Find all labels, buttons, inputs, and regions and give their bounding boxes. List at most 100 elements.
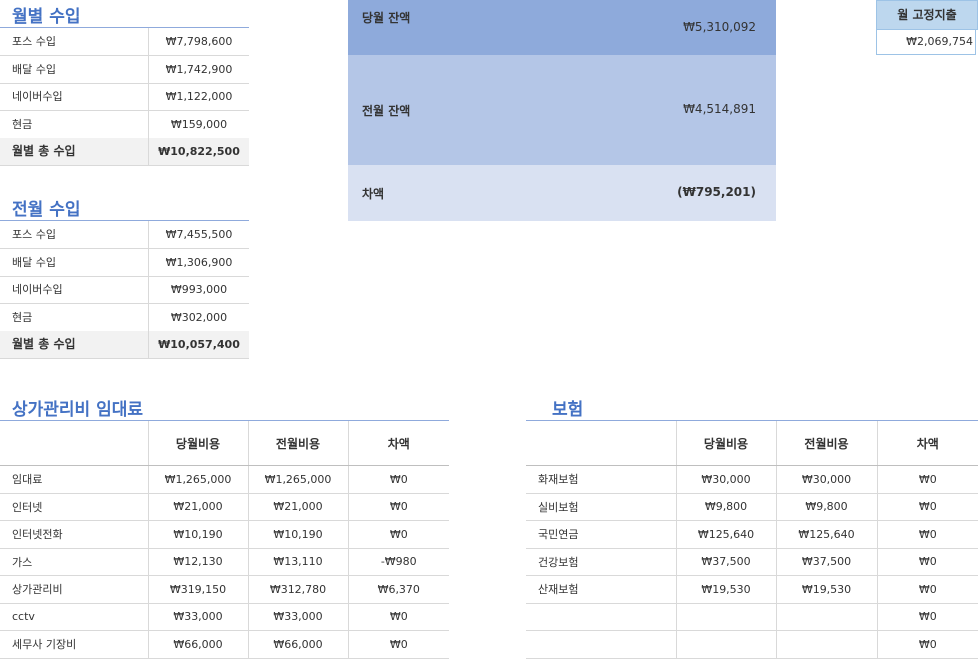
balance-prev-cell[interactable]: 전월 잔액 ₩4,514,891 (348, 55, 776, 165)
column-header: 전월비용 (775, 421, 877, 466)
row-label-cell[interactable]: 건강보험 (526, 548, 676, 576)
income-label: 네이버수입 (12, 283, 63, 296)
income-total-label: 월별 총 수입 (12, 144, 76, 158)
row-label-cell[interactable]: 국민연금 (526, 520, 676, 549)
income-row[interactable]: 포스 수입 ₩7,455,500 (0, 221, 249, 249)
income-total-row[interactable]: 월별 총 수입 ₩10,822,500 (0, 138, 249, 166)
value-cell[interactable]: ₩0 (347, 465, 449, 494)
value-cell[interactable]: ₩0 (876, 603, 978, 631)
row-label-cell[interactable] (526, 630, 676, 659)
row-label-cell[interactable]: 실비보험 (526, 493, 676, 521)
income-value: ₩302,000 (148, 303, 249, 331)
row-label-cell[interactable]: 산재보험 (526, 575, 676, 604)
value-cell[interactable]: ₩125,640 (775, 520, 877, 549)
table-row: 인터넷전화 ₩10,190 ₩10,190 ₩0 (0, 520, 449, 549)
value-cell[interactable]: ₩319,150 (147, 575, 248, 604)
income-row[interactable]: 네이버수입 ₩993,000 (0, 276, 249, 304)
income-row[interactable]: 배달 수입 ₩1,306,900 (0, 248, 249, 277)
row-label-cell[interactable]: 화재보험 (526, 465, 676, 494)
value-cell[interactable]: ₩1,265,000 (247, 465, 348, 494)
row-label-cell[interactable]: cctv (0, 603, 148, 631)
row-label-cell[interactable]: 상가관리비 (0, 575, 148, 604)
value-cell[interactable]: ₩0 (347, 520, 449, 549)
value-cell[interactable]: ₩0 (876, 630, 978, 659)
column-header (526, 421, 676, 466)
balance-current-cell[interactable]: 당월 잔액 ₩5,310,092 (348, 0, 776, 55)
income-row[interactable]: 포스 수입 ₩7,798,600 (0, 28, 249, 56)
column-header: 차액 (876, 421, 978, 466)
value-cell[interactable]: ₩6,370 (347, 575, 449, 604)
income-row[interactable]: 현금 ₩302,000 (0, 303, 249, 332)
table-header-row: 당월비용 전월비용 차액 (0, 421, 449, 466)
value-cell[interactable]: ₩37,500 (775, 548, 877, 576)
value-cell[interactable] (775, 603, 877, 631)
insurance-title: 보험 (552, 400, 584, 420)
income-row[interactable]: 현금 ₩159,000 (0, 110, 249, 139)
value-cell[interactable]: ₩10,190 (247, 520, 348, 549)
value-cell[interactable]: ₩19,530 (775, 575, 877, 604)
table-row: 세무사 기장비 ₩66,000 ₩66,000 ₩0 (0, 630, 449, 659)
income-total-row[interactable]: 월별 총 수입 ₩10,057,400 (0, 331, 249, 359)
value-cell[interactable]: ₩312,780 (247, 575, 348, 604)
value-cell[interactable]: ₩21,000 (147, 493, 248, 521)
income-row[interactable]: 배달 수입 ₩1,742,900 (0, 55, 249, 84)
row-label-cell[interactable]: 세무사 기장비 (0, 630, 148, 659)
rent-title: 상가관리비 임대료 (12, 400, 144, 420)
row-label-cell[interactable]: 인터넷전화 (0, 520, 148, 549)
value-cell[interactable]: ₩30,000 (775, 465, 877, 494)
value-cell[interactable]: ₩9,800 (675, 493, 776, 521)
value-cell[interactable]: ₩19,530 (675, 575, 776, 604)
value-cell[interactable]: ₩37,500 (675, 548, 776, 576)
income-row[interactable]: 네이버수입 ₩1,122,000 (0, 83, 249, 111)
value-cell[interactable] (675, 603, 776, 631)
balance-current-label: 당월 잔액 (362, 11, 411, 25)
table-header-row: 당월비용 전월비용 차액 (526, 421, 978, 466)
value-cell[interactable]: ₩0 (876, 493, 978, 521)
value-cell[interactable]: ₩0 (876, 520, 978, 549)
value-cell[interactable]: ₩0 (876, 548, 978, 576)
value-cell[interactable]: -₩980 (347, 548, 449, 576)
income-value: ₩7,455,500 (148, 221, 249, 248)
table-row: 임대료 ₩1,265,000 ₩1,265,000 ₩0 (0, 465, 449, 494)
value-cell[interactable]: ₩33,000 (147, 603, 248, 631)
fixed-expense-header[interactable]: 월 고정지출 (876, 0, 978, 30)
value-cell[interactable]: ₩10,190 (147, 520, 248, 549)
value-cell[interactable]: ₩0 (876, 575, 978, 604)
income-label: 배달 수입 (12, 255, 56, 269)
value-cell[interactable]: ₩12,130 (147, 548, 248, 576)
value-cell[interactable]: ₩21,000 (247, 493, 348, 521)
value-cell[interactable]: ₩125,640 (675, 520, 776, 549)
value-cell[interactable]: ₩0 (876, 465, 978, 494)
value-cell[interactable]: ₩0 (347, 630, 449, 659)
value-cell[interactable] (675, 630, 776, 659)
value-cell[interactable]: ₩33,000 (247, 603, 348, 631)
income-value: ₩159,000 (148, 110, 249, 138)
table-row: ₩0 (526, 630, 978, 659)
value-cell[interactable]: ₩66,000 (247, 630, 348, 659)
value-cell[interactable]: ₩66,000 (147, 630, 248, 659)
table-row: 건강보험 ₩37,500 ₩37,500 ₩0 (526, 548, 978, 576)
row-label-cell[interactable]: 임대료 (0, 465, 148, 494)
value-cell[interactable]: ₩13,110 (247, 548, 348, 576)
balance-current-value: ₩5,310,092 (683, 20, 756, 34)
value-cell[interactable]: ₩0 (347, 603, 449, 631)
income-label: 네이버수입 (12, 90, 63, 103)
row-label-cell[interactable]: 가스 (0, 548, 148, 576)
balance-diff-cell[interactable]: 차액 (₩795,201) (348, 165, 776, 221)
value-cell[interactable] (775, 630, 877, 659)
income-value: ₩7,798,600 (148, 28, 249, 55)
table-row: cctv ₩33,000 ₩33,000 ₩0 (0, 603, 449, 631)
income-value: ₩1,742,900 (148, 55, 249, 83)
value-cell[interactable]: ₩1,265,000 (147, 465, 248, 494)
income-total-label: 월별 총 수입 (12, 337, 76, 351)
table-row: 실비보험 ₩9,800 ₩9,800 ₩0 (526, 493, 978, 521)
column-header: 당월비용 (147, 421, 248, 466)
value-cell[interactable]: ₩9,800 (775, 493, 877, 521)
value-cell[interactable]: ₩0 (347, 493, 449, 521)
row-label-cell[interactable] (526, 603, 676, 631)
balance-prev-value: ₩4,514,891 (683, 102, 756, 116)
fixed-expense-value[interactable]: ₩2,069,754 (876, 29, 976, 55)
value-cell[interactable]: ₩30,000 (675, 465, 776, 494)
row-label-cell[interactable]: 인터넷 (0, 493, 148, 521)
table-row: 인터넷 ₩21,000 ₩21,000 ₩0 (0, 493, 449, 521)
